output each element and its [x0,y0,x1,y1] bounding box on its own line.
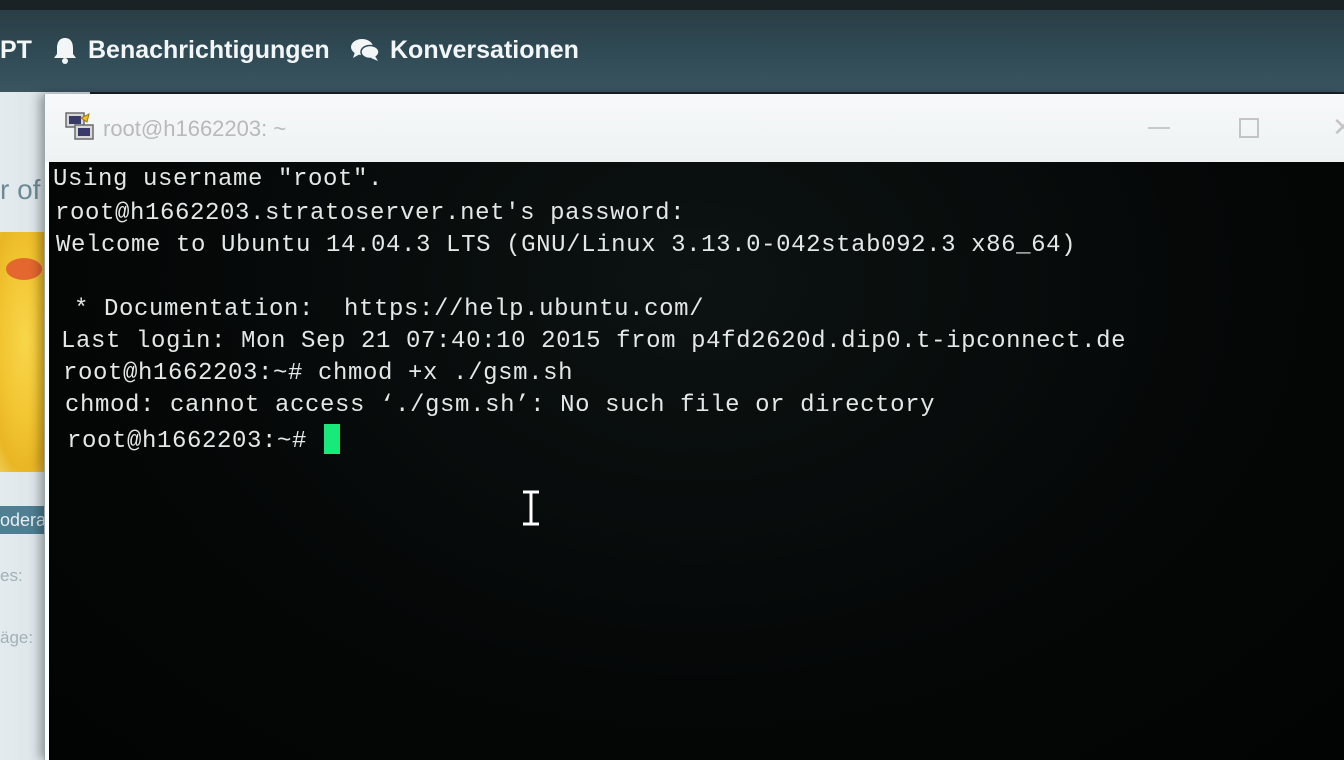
background-label: äge: [0,628,34,647]
text-cursor-icon [519,490,543,531]
bell-icon [52,36,78,64]
window-titlebar[interactable]: root@h1662203: ~ ✕ [45,94,1344,162]
maximize-button[interactable] [1227,106,1271,150]
site-navbar: PT Benachrichtigungen Konversationen [0,0,1344,92]
minimize-icon [1148,127,1170,129]
nav-item-partial[interactable]: PT [0,32,32,68]
chat-bubbles-icon [350,38,380,62]
putty-window[interactable]: root@h1662203: ~ ✕ Using username "root"… [44,94,1344,760]
terminal-prompt-line[interactable]: root@h1662203:~# [67,424,341,455]
minimize-button[interactable] [1137,106,1181,150]
terminal-cursor [324,424,341,454]
nav-notifications-label: Benachrichtigungen [88,35,330,64]
nav-item-conversations[interactable]: Konversationen [350,32,579,68]
window-title: root@h1662203: ~ [103,116,287,141]
terminal-prompt: root@h1662203:~# [67,428,323,455]
terminal-line: root@h1662203:~# chmod +x ./gsm.sh [63,360,574,387]
close-button[interactable]: ✕ [1321,106,1344,150]
terminal-line: Last login: Mon Sep 21 07:40:10 2015 fro… [61,328,1127,355]
background-label: es: [0,566,23,585]
terminal-line: Using username "root". [53,166,384,193]
terminal-line: chmod: cannot access ‘./gsm.sh’: No such… [65,392,936,419]
avatar-detail [6,258,42,280]
terminal-line: Welcome to Ubuntu 14.04.3 LTS (GNU/Linux… [56,232,1077,259]
terminal-screen[interactable]: Using username "root". root@h1662203.str… [49,162,1344,760]
background-title-fragment: r of [0,174,41,205]
nav-item-notifications[interactable]: Benachrichtigungen [52,32,330,68]
close-icon: ✕ [1332,113,1344,143]
nav-conversations-label: Konversationen [390,35,579,64]
terminal-line: root@h1662203.stratoserver.net's passwor… [55,200,686,227]
maximize-icon [1239,118,1259,138]
nav-partial-label: PT [0,35,32,64]
terminal-line: * Documentation: https://help.ubuntu.com… [59,296,705,323]
screen-bezel [0,0,1344,10]
putty-icon[interactable] [63,110,97,149]
